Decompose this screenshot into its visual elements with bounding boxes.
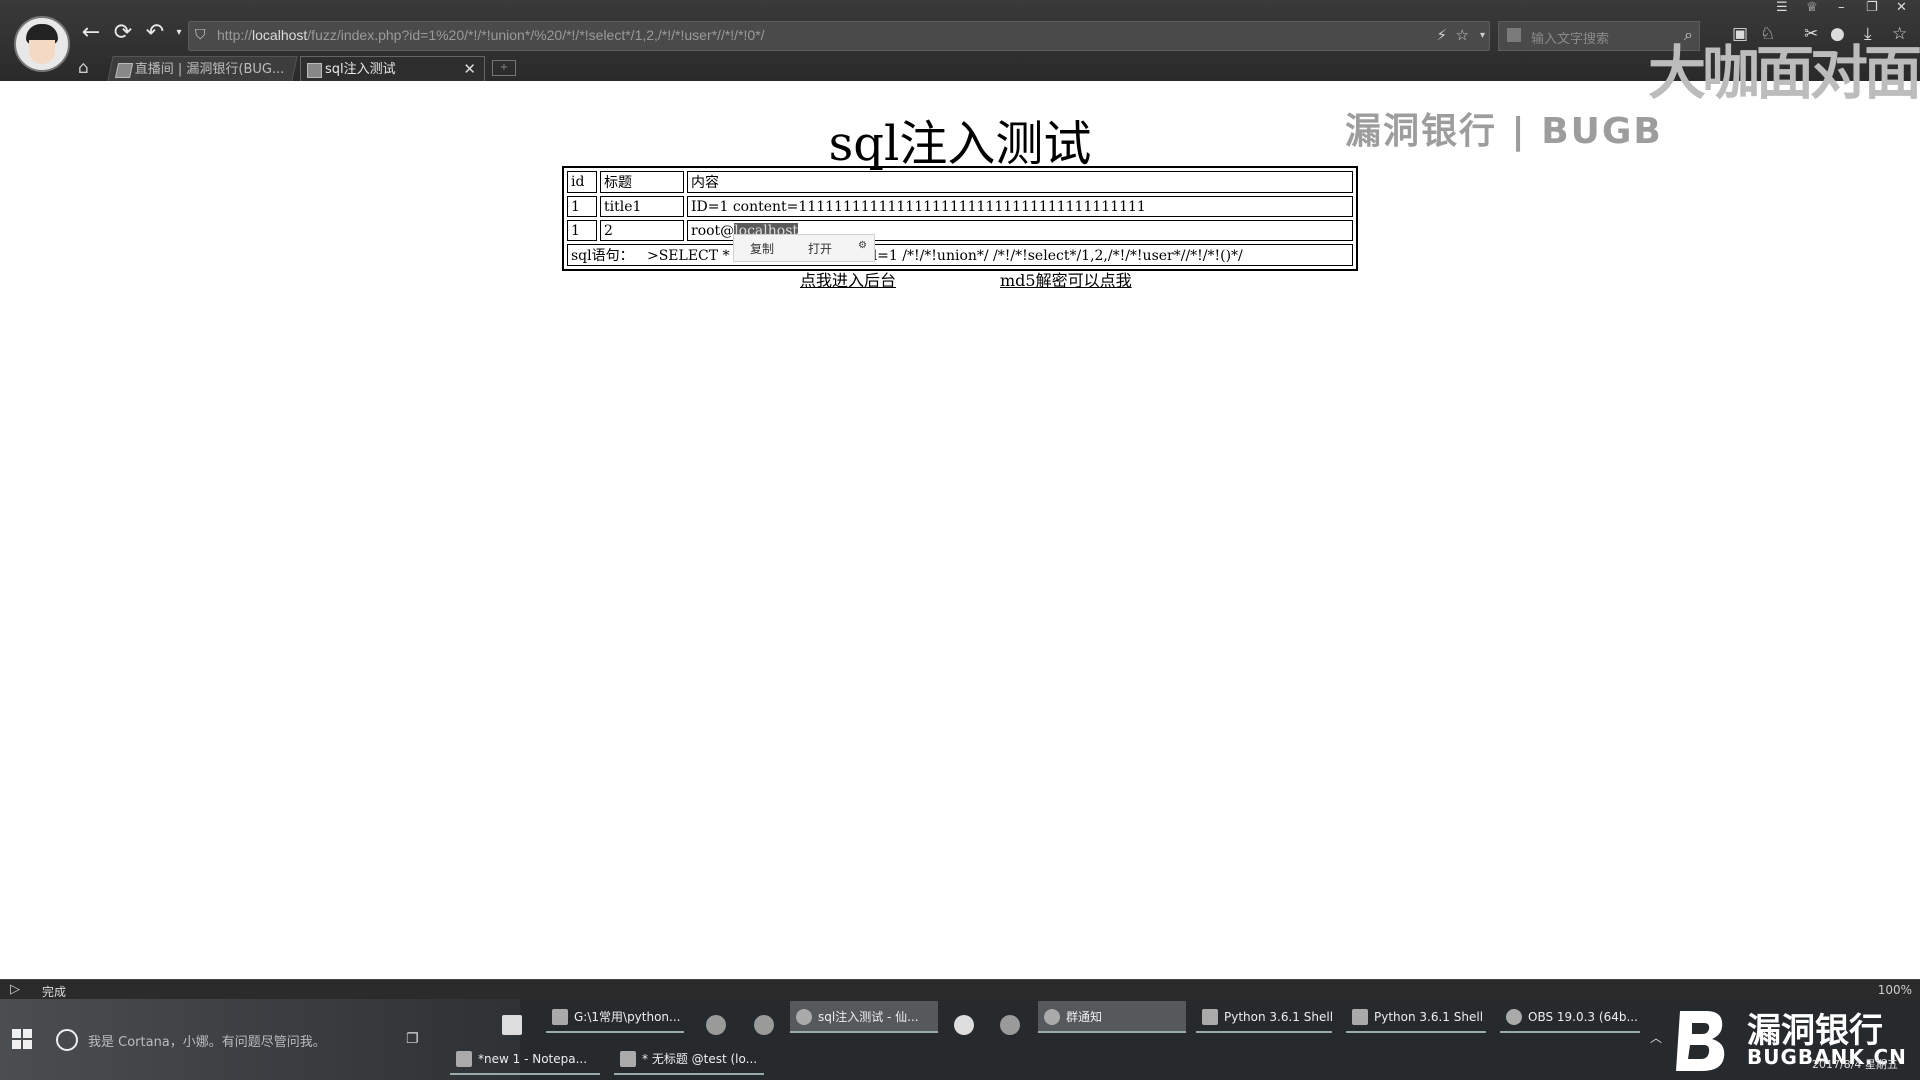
page-title: sql注入测试 bbox=[828, 116, 1092, 172]
skin-icon[interactable]: ♕ bbox=[1806, 0, 1818, 15]
folder-icon bbox=[552, 1009, 568, 1025]
undo-icon[interactable]: ↶ bbox=[142, 20, 168, 46]
admin-link[interactable]: 点我进入后台 bbox=[800, 267, 896, 291]
taskbar-item-python-shell[interactable]: Python 3.6.1 Shell bbox=[1346, 1001, 1486, 1033]
home-icon[interactable]: ⌂ bbox=[78, 58, 89, 78]
tab-sql-injection-test[interactable]: sql注入测试 ✕ bbox=[300, 56, 485, 81]
taskbar-item-python-shell[interactable]: Python 3.6.1 Shell bbox=[1196, 1001, 1332, 1033]
sql-prefix: >SELECT * F bbox=[646, 248, 744, 264]
database-icon bbox=[620, 1051, 636, 1067]
tab-bugbank-live[interactable]: 直播间 | 漏洞银行(BUG... bbox=[107, 56, 298, 81]
sql-suffix: id=1 /*!/*!union*/ /*!/*!select*/1,2,/*!… bbox=[863, 248, 1243, 264]
search-placeholder: 输入文字搜索 bbox=[1531, 32, 1610, 47]
tab-bar: ⌂ 直播间 | 漏洞银行(BUG... sql注入测试 ✕ + 漏洞银行 | B… bbox=[0, 54, 1920, 152]
taskbar-item-label: *new 1 - Notepa... bbox=[478, 1052, 588, 1066]
taskbar-item-label: sql注入测试 - 仙... bbox=[818, 1010, 919, 1024]
md5-link[interactable]: md5解密可以点我 bbox=[1000, 267, 1132, 291]
sidebar-toggle-icon[interactable]: ▷ bbox=[10, 982, 20, 997]
result-table: id 标题 内容 1 title1 ID=1 content=111111111… bbox=[562, 166, 1358, 271]
tab-label: sql注入测试 bbox=[325, 62, 396, 77]
show-logo-watermark: 大咖面对面 bbox=[1648, 39, 1920, 107]
cortana-search-box[interactable]: 我是 Cortana，小娜。有问题尽管问我。 bbox=[88, 1031, 326, 1050]
context-settings-icon[interactable]: ⚙ bbox=[858, 240, 867, 251]
bugbank-logo-icon bbox=[1676, 1011, 1725, 1071]
tray-expand-icon[interactable]: ︿ bbox=[1650, 1029, 1662, 1046]
zoom-level[interactable]: 100% bbox=[1878, 983, 1912, 997]
status-text: 完成 bbox=[42, 985, 67, 999]
sql-statement-row: sql语句： >SELECT * F id=1 /*!/*!union*/ /*!… bbox=[567, 244, 1353, 266]
context-open[interactable]: 打开 bbox=[808, 240, 832, 257]
taskbar-item-notepad[interactable]: *new 1 - Notepa... bbox=[450, 1043, 600, 1075]
taskbar-item-label: G:\1常用\python... bbox=[574, 1010, 681, 1024]
search-engine-icon bbox=[1507, 28, 1521, 42]
taskbar-item-label: Python 3.6.1 Shell bbox=[1374, 1010, 1484, 1024]
url-text: http://localhost/fuzz/index.php?id=1%20/… bbox=[217, 27, 765, 43]
browser-icon bbox=[796, 1009, 812, 1025]
sql-statement-cell: sql语句： >SELECT * F id=1 /*!/*!union*/ /*!… bbox=[567, 244, 1353, 266]
group-notification-icon bbox=[1044, 1009, 1060, 1025]
taskbar: 我是 Cortana，小娜。有问题尽管问我。 ❐ G:\1常用\python..… bbox=[0, 999, 1920, 1080]
cell-title: 2 bbox=[600, 220, 684, 241]
new-tab-icon[interactable]: + bbox=[492, 60, 516, 76]
page-favicon-icon bbox=[307, 63, 322, 78]
status-bar: ▷ 完成 100% bbox=[0, 979, 1920, 1000]
taskbar-item-obs[interactable]: OBS 19.0.3 (64b... bbox=[1500, 1001, 1640, 1033]
refresh-icon[interactable]: ⟳ bbox=[110, 20, 136, 46]
firefox-icon[interactable] bbox=[706, 1015, 726, 1035]
system-clock[interactable]: 2017/8/4 星期五 bbox=[1812, 1056, 1898, 1072]
taskbar-item-db-editor[interactable]: * 无标题 @test (lo... bbox=[614, 1043, 764, 1075]
address-dropdown-icon[interactable]: ▾ bbox=[1480, 30, 1485, 41]
cell-title: title1 bbox=[600, 196, 684, 217]
taskbar-item-label: Python 3.6.1 Shell bbox=[1224, 1010, 1332, 1024]
table-row: 1 2 root@localhost bbox=[567, 220, 1353, 241]
header-id: id bbox=[567, 171, 597, 193]
windows-start-icon[interactable] bbox=[12, 1029, 32, 1049]
taskbar-item-label: * 无标题 @test (lo... bbox=[642, 1052, 758, 1066]
store-icon[interactable] bbox=[502, 1015, 522, 1035]
cell-id: 1 bbox=[567, 220, 597, 241]
cell-content: ID=1 content=111111111111111111111111111… bbox=[687, 196, 1353, 217]
taskbar-item-label: OBS 19.0.3 (64b... bbox=[1528, 1010, 1638, 1024]
browser-chrome: ← ⟳ ↶ ▾ ⛉ http://localhost/fuzz/index.ph… bbox=[0, 0, 1920, 152]
table-header-row: id 标题 内容 bbox=[567, 171, 1353, 193]
taskbar-item-explorer[interactable]: G:\1常用\python... bbox=[546, 1001, 684, 1033]
chrome-icon[interactable] bbox=[754, 1015, 774, 1035]
cell-id: 1 bbox=[567, 196, 597, 217]
lightning-icon[interactable]: ⚡ bbox=[1436, 26, 1447, 44]
taskbar-item-notifications[interactable]: 群通知 bbox=[1038, 1001, 1186, 1033]
sql-label: sql语句： bbox=[571, 248, 634, 264]
header-content: 内容 bbox=[687, 171, 1353, 193]
python-icon bbox=[1352, 1009, 1368, 1025]
restore-icon[interactable]: ❐ bbox=[1866, 0, 1878, 15]
taskbar-item-browser[interactable]: sql注入测试 - 仙... bbox=[790, 1001, 938, 1033]
bookmark-star-icon[interactable]: ☆ bbox=[1456, 26, 1469, 44]
obs-icon bbox=[1506, 1009, 1522, 1025]
close-tab-icon[interactable]: ✕ bbox=[463, 57, 476, 81]
context-menu: 复制 打开 ⚙ bbox=[733, 234, 875, 262]
taskbar-item-label: 群通知 bbox=[1066, 1010, 1103, 1024]
notepad-icon bbox=[456, 1051, 472, 1067]
cell-content-text: root@ bbox=[691, 222, 735, 239]
context-copy[interactable]: 复制 bbox=[750, 240, 774, 257]
table-row: 1 title1 ID=1 content=111111111111111111… bbox=[567, 196, 1353, 217]
close-window-icon[interactable]: ✕ bbox=[1896, 0, 1907, 15]
clock-app-icon[interactable] bbox=[1000, 1015, 1020, 1035]
page-favicon-icon bbox=[114, 63, 134, 78]
cortana-icon[interactable] bbox=[56, 1029, 78, 1051]
header-title: 标题 bbox=[600, 171, 684, 193]
task-view-icon[interactable]: ❐ bbox=[406, 1031, 419, 1047]
back-arrow-icon[interactable]: ← bbox=[78, 20, 104, 46]
address-bar[interactable]: ⛉ http://localhost/fuzz/index.php?id=1%2… bbox=[188, 21, 1490, 51]
python-icon bbox=[1202, 1009, 1218, 1025]
menu-icon[interactable]: ☰ bbox=[1776, 0, 1788, 15]
minimize-icon[interactable]: – bbox=[1838, 0, 1845, 15]
security-shield-icon: ⛉ bbox=[195, 27, 206, 43]
qq-icon[interactable] bbox=[954, 1015, 974, 1035]
tab-label: 直播间 | 漏洞银行(BUG... bbox=[134, 62, 285, 77]
